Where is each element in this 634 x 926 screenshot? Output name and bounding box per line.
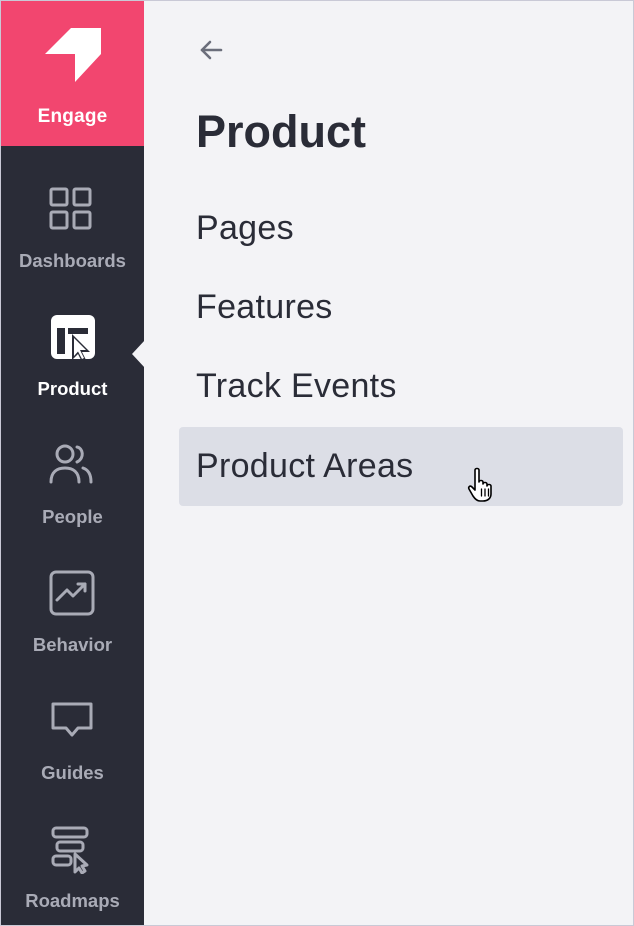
menu-item-track-events[interactable]: Track Events	[179, 347, 623, 426]
hand-pointer-icon	[467, 467, 492, 502]
sidebar-item-behavior[interactable]: Behavior	[1, 570, 144, 690]
flyout-panel: Product Pages Features Track Events Prod…	[144, 1, 633, 925]
menu-item-label: Pages	[196, 209, 294, 247]
sidebar-item-label: People	[42, 506, 103, 527]
sidebar-item-label: Product	[37, 378, 108, 399]
sidebar: Engage Dashboards Product People Behavio…	[1, 1, 145, 925]
panel-title: Product	[196, 106, 367, 157]
pendo-logo-icon	[44, 28, 101, 82]
sidebar-item-product[interactable]: Product	[1, 314, 144, 434]
grid-icon	[49, 187, 92, 230]
sidebar-item-label: Roadmaps	[25, 890, 120, 911]
menu-item-label: Track Events	[196, 367, 397, 405]
roadmap-icon	[51, 826, 89, 874]
sidebar-item-people[interactable]: People	[1, 442, 144, 562]
menu-item-pages[interactable]: Pages	[179, 189, 623, 268]
menu-item-label: Features	[196, 288, 333, 326]
brand-label: Engage	[37, 106, 108, 127]
brand-engage[interactable]: Engage	[1, 1, 144, 146]
sidebar-item-label: Dashboards	[19, 250, 126, 271]
sidebar-item-label: Guides	[41, 762, 104, 783]
menu-item-product-areas[interactable]: Product Areas	[179, 427, 623, 506]
chart-trend-icon	[49, 570, 95, 616]
sidebar-item-roadmaps[interactable]: Roadmaps	[1, 826, 144, 925]
message-bubble-icon	[51, 702, 93, 737]
product-cursor-icon	[51, 315, 95, 362]
sidebar-item-dashboards[interactable]: Dashboards	[1, 186, 144, 306]
menu-item-label: Product Areas	[196, 447, 414, 485]
people-icon	[49, 444, 93, 484]
app-window: Engage Dashboards Product People Behavio…	[1, 1, 633, 925]
menu-item-features[interactable]: Features	[179, 268, 623, 347]
sidebar-item-label: Behavior	[32, 634, 113, 655]
arrow-left-icon[interactable]	[196, 34, 226, 64]
sidebar-item-guides[interactable]: Guides	[1, 698, 144, 818]
